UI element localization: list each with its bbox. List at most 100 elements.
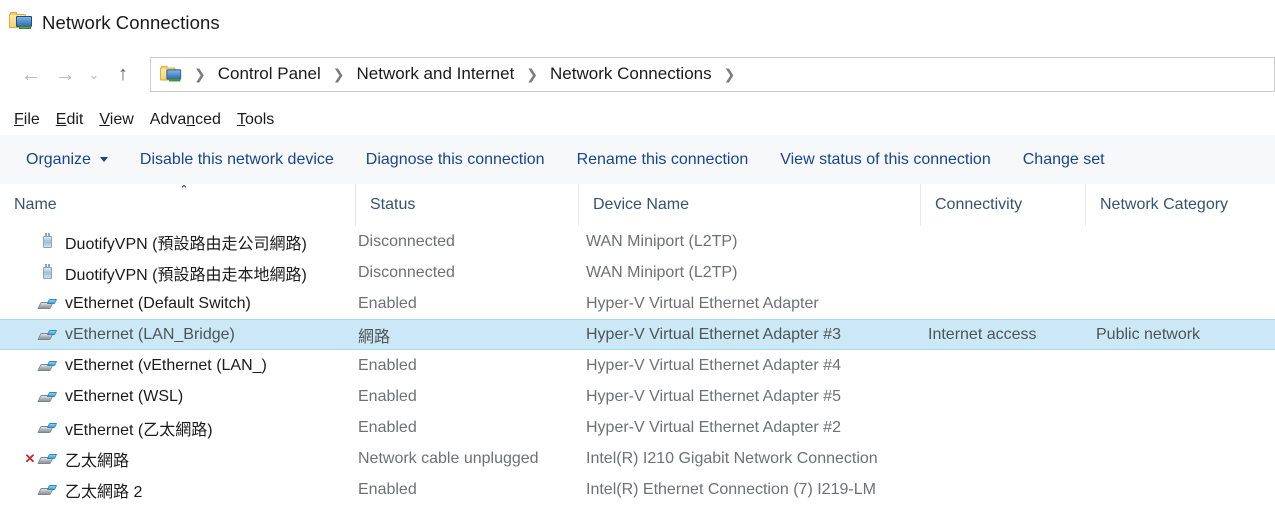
connections-list[interactable]: DuotifyVPN (預設路由走公司網路) Disconnected WAN Mi… [0, 226, 1275, 515]
cell-status: Enabled [358, 356, 417, 374]
connection-name: vEthernet (LAN_Bridge) [65, 325, 235, 343]
chevron-right-icon: ❯ [194, 66, 206, 82]
column-header-name[interactable]: Name ⌃ [0, 184, 355, 226]
cell-name: vEthernet (LAN_Bridge) [0, 325, 355, 345]
row-icon-area [22, 418, 58, 438]
cell-status: Disconnected [358, 232, 455, 250]
column-header-status[interactable]: Status [355, 184, 578, 226]
cell-name: DuotifyVPN (預設路由走本地網路) [0, 261, 355, 285]
cell-name: DuotifyVPN (預設路由走公司網路) [0, 230, 355, 254]
menu-bar: File Edit View Advanced Tools [0, 104, 1275, 136]
row-icon-area: ✕ [22, 449, 58, 469]
cell-name: ✕ 乙太網路 [0, 447, 355, 471]
cell-network-category: Public network [1096, 325, 1201, 343]
connection-name: DuotifyVPN (預設路由走本地網路) [65, 266, 307, 284]
network-adapter-icon [36, 449, 57, 469]
column-header-device-name[interactable]: Device Name [578, 184, 920, 226]
column-header-network-category[interactable]: Network Category [1085, 184, 1275, 226]
network-adapter-icon [36, 325, 57, 345]
cell-device-name: Intel(R) Ethernet Connection (7) I219-LM [586, 480, 876, 498]
row-icon-area [22, 325, 58, 345]
cell-name: 乙太網路 2 [0, 478, 355, 502]
connection-name: DuotifyVPN (預設路由走公司網路) [65, 235, 307, 253]
cell-status: Network cable unplugged [358, 449, 539, 467]
back-icon[interactable]: ← [14, 57, 48, 91]
cell-name: vEthernet (vEthernet (LAN_) [0, 356, 355, 376]
organize-label: Organize [26, 150, 91, 168]
error-x-icon: ✕ [24, 450, 36, 466]
table-row[interactable]: vEthernet (LAN_Bridge) 網路 Hyper-V Virtual … [0, 319, 1275, 350]
connection-name: vEthernet (乙太網路) [65, 421, 213, 439]
menu-advanced[interactable]: Advanced [142, 111, 229, 129]
menu-view[interactable]: View [91, 111, 141, 129]
cell-status: Enabled [358, 480, 417, 498]
chevron-right-icon[interactable]: ❯ [323, 67, 355, 81]
breadcrumb-item-network-connections[interactable]: Network Connections [548, 64, 714, 84]
chevron-right-icon[interactable]: ❯ [516, 67, 548, 81]
table-row[interactable]: vEthernet (vEthernet (LAN_) Enabled Hyper-… [0, 350, 1275, 381]
cell-status: Enabled [358, 387, 417, 405]
forward-icon[interactable]: → [48, 57, 82, 91]
organize-button[interactable]: Organize [10, 144, 124, 176]
breadcrumb-item-network-and-internet[interactable]: Network and Internet [354, 64, 516, 84]
cell-device-name: WAN Miniport (L2TP) [586, 263, 738, 281]
table-row[interactable]: vEthernet (WSL) Enabled Hyper-V Virtual Et… [0, 381, 1275, 412]
cell-status: 網路 [358, 328, 391, 346]
row-icon-area [22, 387, 58, 407]
view-status-button[interactable]: View status of this connection [764, 144, 1007, 176]
sort-ascending-icon: ⌃ [179, 184, 189, 196]
column-header-connectivity[interactable]: Connectivity [920, 184, 1085, 226]
diagnose-connection-button[interactable]: Diagnose this connection [350, 144, 561, 176]
table-row[interactable]: DuotifyVPN (預設路由走公司網路) Disconnected WAN Mi… [0, 226, 1275, 257]
connection-name: vEthernet (vEthernet (LAN_) [65, 356, 267, 374]
cell-status: Enabled [358, 294, 417, 312]
cell-status: Enabled [358, 418, 417, 436]
menu-tools[interactable]: Tools [229, 111, 282, 129]
network-adapter-icon [36, 480, 57, 500]
disable-network-device-button[interactable]: Disable this network device [124, 144, 350, 176]
table-row[interactable]: vEthernet (乙太網路) Enabled Hyper-V Virtual E… [0, 412, 1275, 443]
connection-name: vEthernet (Default Switch) [65, 294, 251, 312]
column-header-row: Name ⌃ Status Device Name Connectivity N… [0, 184, 1275, 227]
cell-device-name: Hyper-V Virtual Ethernet Adapter #3 [586, 325, 841, 343]
table-row[interactable]: ✕ 乙太網路 Network cable unplugged Intel(R) I21… [0, 443, 1275, 474]
menu-file[interactable]: File [6, 111, 48, 129]
cell-device-name: Hyper-V Virtual Ethernet Adapter [586, 294, 819, 312]
column-header-name-label: Name [14, 196, 57, 213]
cell-name: vEthernet (Default Switch) [0, 294, 355, 314]
network-adapter-icon [36, 418, 57, 438]
cell-name: vEthernet (WSL) [0, 387, 355, 407]
network-adapter-icon [36, 294, 57, 314]
connection-name: 乙太網路 2 [65, 483, 143, 501]
cell-device-name: Intel(R) I210 Gigabit Network Connection [586, 449, 878, 467]
rename-connection-button[interactable]: Rename this connection [561, 144, 765, 176]
chevron-down-icon[interactable]: ⌄ [82, 57, 106, 91]
connection-name: vEthernet (WSL) [65, 387, 184, 405]
window-title: Network Connections [42, 12, 220, 33]
table-row[interactable]: 乙太網路 2 Enabled Intel(R) Ethernet Connectio… [0, 474, 1275, 505]
chevron-right-icon[interactable]: ❯ [714, 67, 746, 81]
command-toolbar: Organize Disable this network device Dia… [0, 135, 1275, 185]
table-row[interactable]: vEthernet (Default Switch) Enabled Hyper-V… [0, 288, 1275, 319]
cell-device-name: Hyper-V Virtual Ethernet Adapter #4 [586, 356, 841, 374]
row-icon-area [22, 480, 58, 500]
table-row[interactable]: DuotifyVPN (預設路由走本地網路) Disconnected WAN Mi… [0, 257, 1275, 288]
row-icon-area [22, 232, 58, 252]
breadcrumb[interactable]: ❯ Control Panel ❯ Network and Internet ❯… [150, 56, 1275, 92]
row-icon-area [22, 356, 58, 376]
address-bar: ← → ⌄ ↑ ❯ Control Panel ❯ Network and In… [0, 46, 1275, 102]
up-icon[interactable]: ↑ [106, 57, 140, 91]
chevron-down-icon [99, 157, 108, 162]
cell-device-name: Hyper-V Virtual Ethernet Adapter #2 [586, 418, 841, 436]
menu-edit[interactable]: Edit [48, 111, 92, 129]
change-settings-button[interactable]: Change set [1007, 144, 1121, 176]
network-connections-folder-icon [160, 65, 182, 83]
vpn-connection-icon [37, 232, 57, 252]
cell-name: vEthernet (乙太網路) [0, 416, 355, 440]
row-icon-area [22, 294, 58, 314]
vpn-connection-icon [37, 263, 57, 283]
connection-name: 乙太網路 [65, 452, 130, 470]
cell-device-name: WAN Miniport (L2TP) [586, 232, 738, 250]
cell-connectivity: Internet access [928, 325, 1037, 343]
breadcrumb-item-control-panel[interactable]: Control Panel [216, 64, 323, 84]
